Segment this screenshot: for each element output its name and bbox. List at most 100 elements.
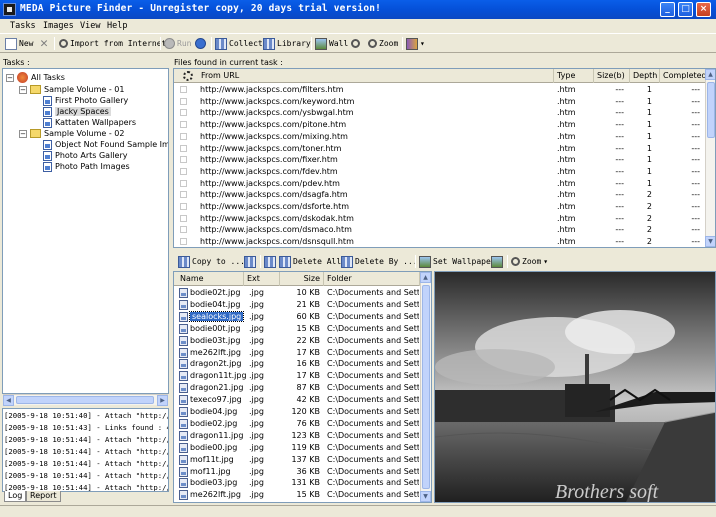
file-row[interactable]: dragon11.jpg .jpg 123 KB C:\Documents and S… [174, 430, 420, 442]
row-checkbox[interactable] [180, 238, 187, 246]
row-checkbox[interactable] [180, 156, 187, 164]
tree-horizontal-scrollbar[interactable]: ◀ ▶ [3, 394, 168, 406]
table-row[interactable]: http://www.jackspcs.com/dsagfa.htm .htm --… [174, 189, 706, 201]
row-checkbox[interactable] [180, 86, 187, 93]
row-checkbox[interactable] [180, 97, 187, 105]
scroll-left-icon[interactable]: ◀ [3, 395, 14, 406]
copy-to-button[interactable]: Copy to ... [178, 254, 245, 269]
table-row[interactable]: http://www.jackspcs.com/fdev.htm .htm --- 1… [174, 166, 706, 178]
file-row[interactable]: dragon21.jpg .jpg 87 KB C:\Documents and Se… [174, 382, 420, 394]
file-row[interactable]: bodie04t.jpg .jpg 21 KB C:\Documents and Se… [174, 299, 420, 311]
tree-item-object-not-found[interactable]: Object Not Found Sample Images [43, 139, 168, 150]
row-checkbox[interactable] [180, 144, 187, 152]
table-row[interactable]: http://www.jackspcs.com/fixer.htm .htm ---… [174, 154, 706, 166]
column-name[interactable]: Name [174, 272, 244, 286]
table-row[interactable]: http://www.jackspcs.com/keyword.htm .htm -… [174, 96, 706, 108]
menu-images[interactable]: Images [43, 21, 74, 31]
tab-report[interactable]: Report [26, 491, 61, 502]
close-button[interactable]: × [696, 2, 711, 17]
row-checkbox[interactable] [180, 226, 187, 234]
delete-all-button[interactable]: Delete All [279, 254, 341, 269]
wallpaper-options-button[interactable] [491, 254, 503, 269]
file-row[interactable]: mof11t.jpg .jpg 137 KB C:\Documents and Set… [174, 454, 420, 466]
file-row[interactable]: bodie00.jpg .jpg 119 KB C:\Documents and Se… [174, 442, 420, 454]
file-row[interactable]: bodie02t.jpg .jpg 10 KB C:\Documents and Se… [174, 287, 420, 299]
set-wallpaper-button[interactable]: Set Wallpaper [419, 254, 496, 269]
tree-volume-02[interactable]: − Sample Volume - 02 [19, 128, 124, 139]
move-button[interactable] [244, 254, 256, 269]
file-row[interactable]: bodie03t.jpg .jpg 22 KB C:\Documents and Se… [174, 335, 420, 347]
table-row[interactable]: http://www.jackspcs.com/pdev.htm .htm --- 1… [174, 178, 706, 190]
scroll-down-icon[interactable]: ▼ [420, 491, 431, 502]
row-checkbox[interactable] [180, 203, 187, 210]
file-vertical-scrollbar[interactable]: ▲ ▼ [420, 272, 431, 502]
row-checkbox[interactable] [180, 109, 187, 117]
tree-item-photo-arts-gallery[interactable]: Photo Arts Gallery [43, 150, 127, 161]
menu-help[interactable]: Help [107, 21, 127, 31]
scroll-up-icon[interactable]: ▲ [420, 272, 431, 283]
new-button[interactable]: New [5, 36, 33, 51]
table-row[interactable]: http://www.jackspcs.com/dsforte.htm .htm -… [174, 201, 706, 213]
scroll-thumb[interactable] [16, 396, 154, 404]
menu-view[interactable]: View [80, 21, 100, 31]
row-checkbox[interactable] [180, 179, 187, 187]
gear-icon[interactable] [183, 71, 193, 81]
table-row[interactable]: http://www.jackspcs.com/dskodak.htm .htm -… [174, 213, 706, 225]
file-row[interactable]: dragon2t.jpg .jpg 16 KB C:\Documents and Se… [174, 358, 420, 370]
file-row[interactable]: me262lft.jpg .jpg 17 KB C:\Documents and Se… [174, 347, 420, 359]
row-checkbox[interactable] [180, 191, 187, 199]
collect-button[interactable]: Collect [215, 36, 263, 51]
column-completed[interactable]: Completed [660, 69, 707, 83]
scroll-up-icon[interactable]: ▲ [705, 69, 715, 80]
row-checkbox[interactable] [180, 214, 187, 222]
zoom-fit-button[interactable] [351, 36, 360, 51]
delete-by-button[interactable]: Delete By ... [341, 254, 418, 269]
column-ext[interactable]: Ext [244, 272, 280, 286]
tree-item-photo-path-images[interactable]: Photo Path Images [43, 161, 130, 172]
library-button[interactable]: Library [263, 36, 311, 51]
minimize-button[interactable]: _ [660, 2, 675, 17]
column-size[interactable]: Size(b) [594, 69, 630, 83]
collapse-icon[interactable]: − [6, 73, 14, 82]
tab-log[interactable]: Log [4, 491, 27, 502]
file-row[interactable]: bodie03.jpg .jpg 131 KB C:\Documents and Se… [174, 477, 420, 489]
tree-volume-01[interactable]: − Sample Volume - 01 [19, 84, 124, 95]
file-row[interactable]: dragon11t.jpg .jpg 17 KB C:\Documents and S… [174, 370, 420, 382]
scroll-thumb[interactable] [707, 82, 715, 138]
column-from-url[interactable]: From URL [198, 69, 554, 83]
file-row[interactable]: me262lft.jpg .jpg 15 KB C:\Documents and Se… [174, 489, 420, 501]
tree-item-jacky-spaces[interactable]: Jacky Spaces [43, 106, 111, 117]
zoom-button[interactable]: Zoom [368, 36, 398, 51]
run-button[interactable]: Run [164, 36, 191, 51]
file-row[interactable]: texeco97.jpg .jpg 42 KB C:\Documents and Se… [174, 394, 420, 406]
url-vertical-scrollbar[interactable]: ▲ ▼ [705, 69, 715, 247]
delete-one-button[interactable] [264, 254, 276, 269]
preview-zoom-button[interactable]: Zoom ▾ [511, 254, 548, 269]
table-row[interactable]: http://www.jackspcs.com/mixing.htm .htm --… [174, 131, 706, 143]
scroll-right-icon[interactable]: ▶ [157, 395, 168, 406]
scroll-down-icon[interactable]: ▼ [705, 236, 715, 247]
file-row[interactable]: bodie00t.jpg .jpg 15 KB C:\Documents and Se… [174, 323, 420, 335]
row-checkbox[interactable] [180, 132, 187, 140]
file-row[interactable]: sealocks.jpg .jpg 60 KB C:\Documents and Se… [174, 310, 420, 323]
collapse-icon[interactable]: − [19, 85, 27, 94]
row-checkbox[interactable] [180, 121, 187, 129]
wall-button[interactable]: Wall [315, 36, 348, 51]
tree-item-kattaten-wallpapers[interactable]: Kattaten Wallpapers [43, 117, 136, 128]
file-row[interactable]: mof11.jpg .jpg 36 KB C:\Documents and Setti… [174, 466, 420, 478]
collapse-icon[interactable]: − [19, 129, 27, 138]
column-type[interactable]: Type [554, 69, 594, 83]
file-row[interactable]: bodie02.jpg .jpg 76 KB C:\Documents and Set… [174, 418, 420, 430]
menu-tasks[interactable]: Tasks [10, 21, 36, 31]
tree-item-first-photo-gallery[interactable]: First Photo Gallery [43, 95, 128, 106]
table-row[interactable]: http://www.jackspcs.com/pitone.htm .htm --… [174, 119, 706, 131]
row-checkbox[interactable] [180, 167, 187, 175]
table-row[interactable]: http://www.jackspcs.com/toner.htm .htm ---… [174, 143, 706, 155]
scroll-thumb[interactable] [422, 285, 430, 489]
table-row[interactable]: http://www.jackspcs.com/ysbwgal.htm .htm -… [174, 107, 706, 119]
file-row[interactable]: bodie04.jpg .jpg 120 KB C:\Documents and Se… [174, 406, 420, 418]
table-row[interactable]: http://www.jackspcs.com/dsnsqull.htm .htm… [174, 236, 706, 247]
table-row[interactable]: http://www.jackspcs.com/dsmaco.htm .htm --… [174, 224, 706, 236]
column-folder[interactable]: Folder [324, 272, 420, 286]
skin-button[interactable]: ▾ [406, 36, 425, 51]
